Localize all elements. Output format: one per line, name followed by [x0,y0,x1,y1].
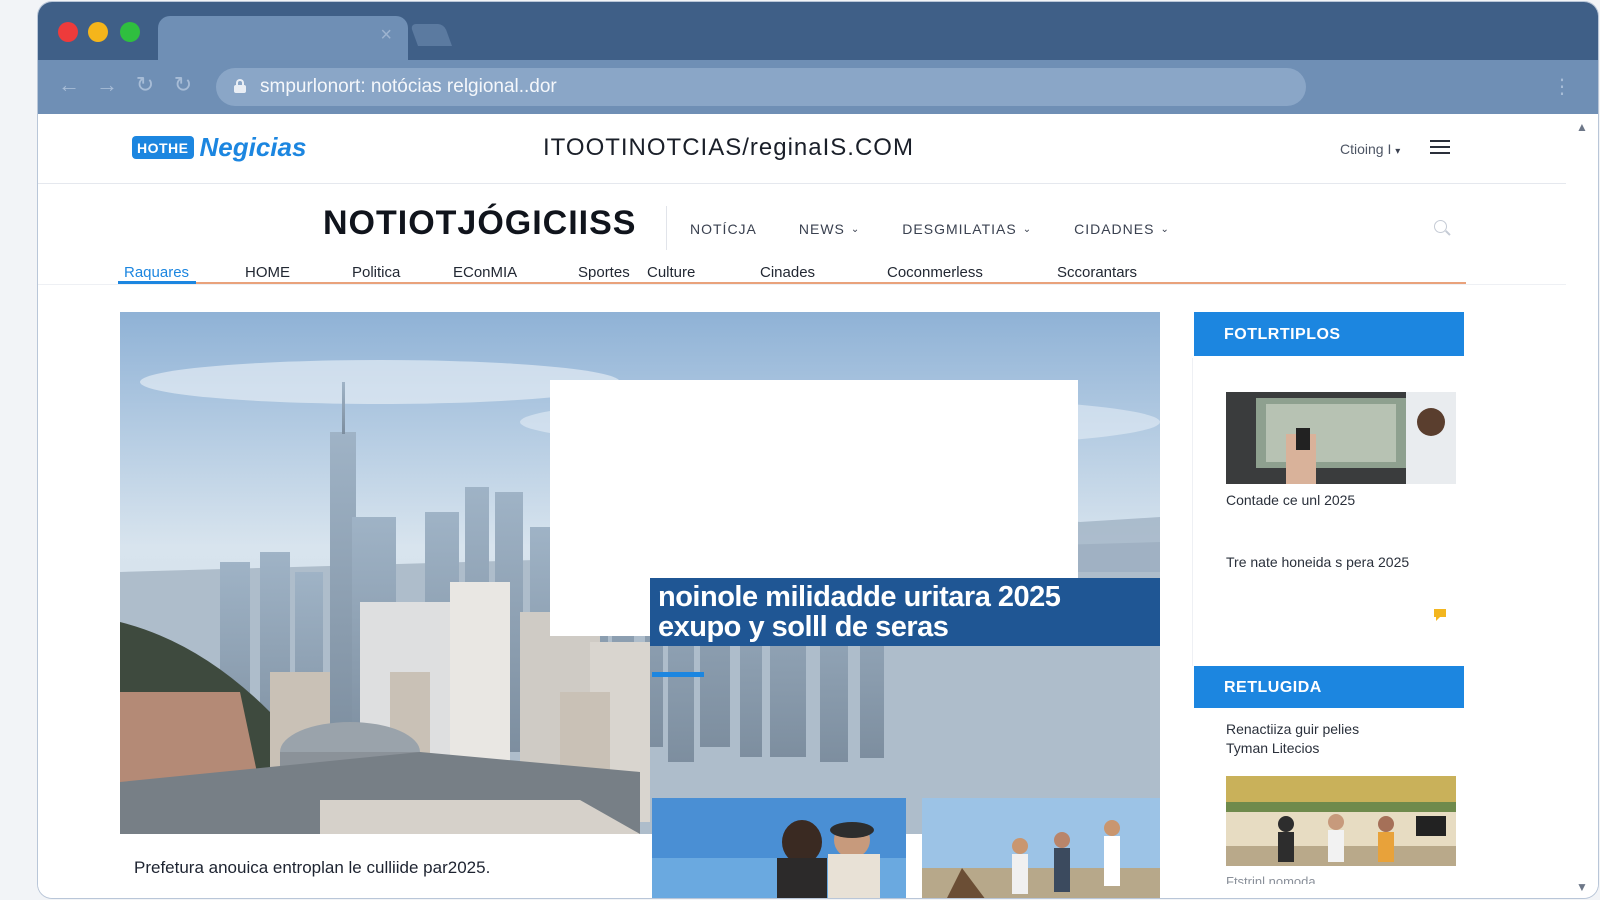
article-thumbnail-1[interactable] [652,798,906,898]
top-menu-label: DESGMILATIAS [902,221,1017,237]
tab-raquares[interactable]: Raquares [124,264,189,281]
lock-icon [234,79,246,93]
hero-accent-bar [652,672,704,677]
sidebar-item-line: Renactiiza guir pelies [1226,721,1360,737]
chevron-down-icon: ▾ [1395,146,1401,157]
address-bar[interactable]: smpurlonort: notócias relgional..dor [216,68,1306,106]
top-menu-label: NEWS [798,221,845,237]
browser-tab[interactable]: × [158,16,408,60]
people-photo-illustration [652,798,906,898]
tab-sccorantars[interactable]: Sccorantars [1057,264,1137,281]
browser-titlebar: × [38,2,1598,60]
sidebar-photo-2[interactable] [1226,776,1456,866]
forward-arrow-icon[interactable]: → [94,72,120,98]
maximize-window-button[interactable] [120,22,140,42]
sidebar-item-line: Tyman Litecios [1226,740,1320,756]
article-thumbnail-2[interactable] [922,798,1160,898]
hero-caption[interactable]: Prefetura anouica entroplan le culliide … [134,858,490,878]
stop-icon[interactable]: ↻ [132,72,158,98]
tab-economia[interactable]: EConMIA [453,264,517,281]
tab-home[interactable]: HOME [245,264,290,281]
section-nav-shadow [38,284,1566,285]
browser-toolbar: ← → ↻ ↻ smpurlonort: notócias relgional.… [38,60,1598,114]
site-logo[interactable]: HOTHE Negicias [132,132,306,163]
browser-menu-icon[interactable]: ⋮ [1552,74,1572,99]
sidebar-item-caption[interactable]: Tre nate honeida s pera 2025 [1226,554,1409,570]
logo-wordmark: Negicias [199,132,307,162]
hero-headline-line2: exupo y solll de seras [658,611,949,643]
chevron-down-icon: ⌄ [1022,223,1033,235]
sidebar-photo-1[interactable] [1226,392,1456,484]
masthead-divider [666,206,667,250]
top-menu-item-noticia[interactable]: NOTÍCJA [690,221,757,237]
site-header: HOTHE Negicias ITOOTINOTCIAS/reginaIS.CO… [38,114,1566,184]
sidebar-item-caption-truncated[interactable]: Ftstrinl nomoda [1226,874,1316,884]
masthead-title: NOTIOTJÓGICIISS [323,204,637,242]
group-photo-illustration [922,798,1160,898]
site-domain-title: ITOOTINOTCIAS/reginaIS.COM [543,134,914,161]
locale-selector[interactable]: Ctioing I ▾ [1340,141,1400,157]
top-menu-label: CIDADNES [1074,221,1155,237]
hamburger-menu-icon[interactable] [1430,140,1450,156]
sidebar-item-caption[interactable]: Renactiiza guir pelies Tyman Litecios [1226,720,1456,758]
tab-sportes[interactable]: Sportes [578,264,630,281]
sidebar-section-title: FOTLRTIPLOS [1194,312,1464,356]
section-nav: Raquares HOME Politica EConMIA Sportes C… [38,264,1566,284]
hero-headline[interactable]: noinole milidadde uritara 2025 exupo y s… [650,578,1160,646]
back-arrow-icon[interactable]: ← [56,72,82,98]
page-viewport: HOTHE Negicias ITOOTINOTCIAS/reginaIS.CO… [38,114,1566,898]
top-menu: NOTÍCJA NEWS ⌄ DESGMILATIAS ⌄ CIDADNES ⌄ [690,221,1170,237]
tab-cinades[interactable]: Cinades [760,264,815,281]
hero-headline-line1: noinole milidadde uritara 2025 [658,581,1061,613]
tab-politica[interactable]: Politica [352,264,400,281]
sidebar-divider [1192,358,1193,666]
top-menu-item-cidades[interactable]: CIDADNES ⌄ [1074,221,1170,237]
screen-photo-illustration [1226,392,1456,484]
tab-close-icon[interactable]: × [380,24,392,47]
new-tab-button[interactable] [409,24,453,46]
tab-culture[interactable]: Culture [647,264,695,281]
address-text[interactable]: smpurlonort: notócias relgional..dor [260,76,557,98]
close-window-button[interactable] [58,22,78,42]
locale-label: Ctioing I [1340,141,1392,157]
sidebar-section-title: RETLUGIDA [1194,666,1464,708]
top-menu-item-desgmilatias[interactable]: DESGMILATIAS ⌄ [902,221,1032,237]
logo-badge: HOTHE [132,136,194,159]
minimize-window-button[interactable] [88,22,108,42]
top-menu-label: NOTÍCJA [690,221,757,237]
comment-icon[interactable] [1432,608,1448,622]
chevron-down-icon: ⌄ [1160,223,1170,235]
scroll-up-arrow-icon[interactable]: ▲ [1576,120,1588,134]
reload-icon[interactable]: ↻ [170,72,196,98]
sidebar-item-caption[interactable]: Contade ce unl 2025 [1226,492,1355,508]
page-scrollbar[interactable]: ▲ ▼ [1568,114,1598,898]
search-icon[interactable] [1434,220,1452,238]
office-photo-illustration [1226,776,1456,866]
browser-window: × ← → ↻ ↻ smpurlonort: notócias relgiona… [38,2,1598,898]
tab-coconmerless[interactable]: Coconmerless [887,264,983,281]
top-menu-item-news[interactable]: NEWS ⌄ [799,221,860,237]
chevron-down-icon: ⌄ [850,223,861,235]
scroll-down-arrow-icon[interactable]: ▼ [1576,880,1588,894]
